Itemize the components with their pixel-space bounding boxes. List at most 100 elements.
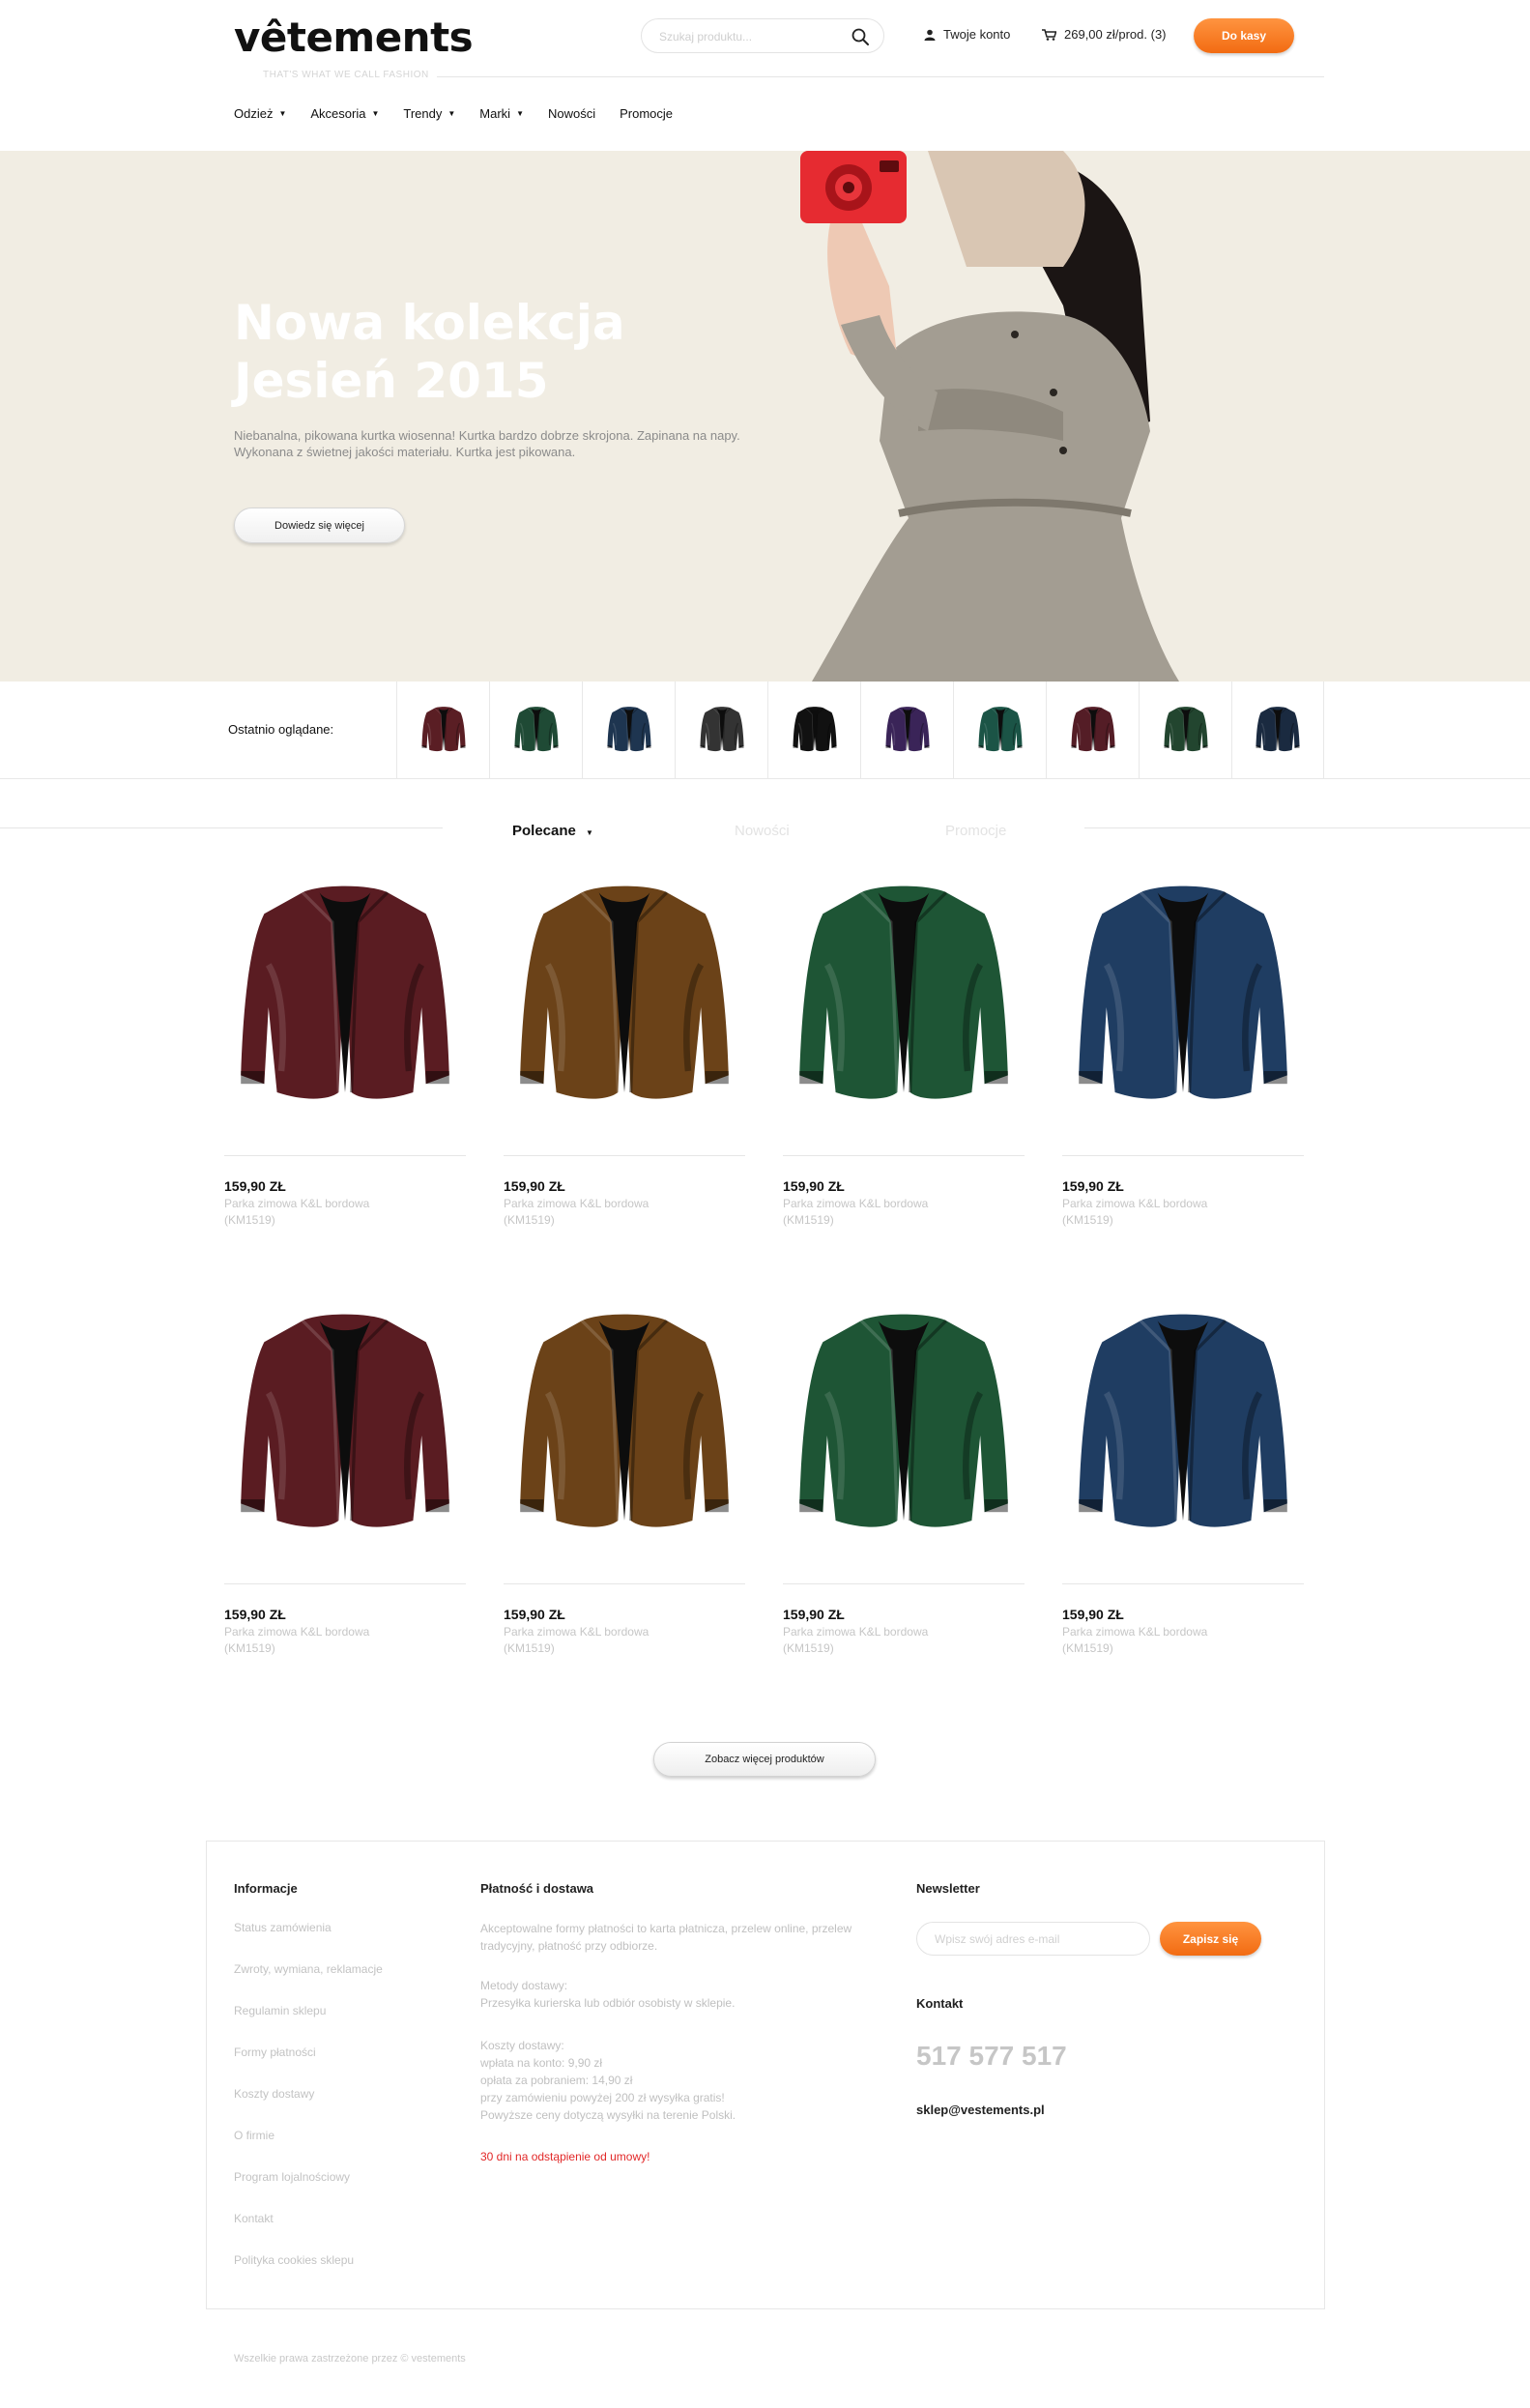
product-price: 159,90 ZŁ	[504, 1178, 565, 1194]
product-image[interactable]	[504, 1303, 745, 1583]
product-name[interactable]: Parka zimowa K&L bordowa (KM1519)	[224, 1624, 466, 1657]
footer-info-link[interactable]: Program lojalnościowy	[234, 2170, 383, 2212]
footer-info-link[interactable]: Kontakt	[234, 2212, 383, 2253]
jacket-image	[1079, 1314, 1287, 1527]
product-divider	[1062, 1155, 1304, 1156]
checkout-button[interactable]: Do kasy	[1194, 18, 1294, 53]
jacket-thumbnail-image	[420, 707, 466, 752]
cart-summary: 269,00 zł/prod. (3)	[1064, 27, 1167, 42]
recent-item[interactable]	[953, 682, 1046, 778]
nav-item-promocje[interactable]: Promocje	[620, 106, 673, 121]
nav-item-label: Odzież	[234, 106, 274, 121]
product-name[interactable]: Parka zimowa K&L bordowa (KM1519)	[504, 1624, 745, 1657]
cart-icon	[1042, 28, 1056, 41]
nav-item-akcesoria[interactable]: Akcesoria ▼	[310, 106, 379, 121]
tab-label: Polecane	[512, 823, 576, 839]
product-title: Parka zimowa K&L bordowa	[1062, 1197, 1208, 1210]
contact-phone[interactable]: 517 577 517	[916, 2041, 1067, 2072]
product-name[interactable]: Parka zimowa K&L bordowa (KM1519)	[1062, 1624, 1304, 1657]
contact-email[interactable]: sklep@vestements.pl	[916, 2103, 1045, 2117]
product-name[interactable]: Parka zimowa K&L bordowa (KM1519)	[504, 1196, 745, 1229]
nav-item-nowosci[interactable]: Nowości	[548, 106, 595, 121]
jacket-thumbnail-image	[1256, 707, 1300, 752]
product-name[interactable]: Parka zimowa K&L bordowa (KM1519)	[783, 1196, 1025, 1229]
product-image[interactable]	[224, 1303, 466, 1583]
recent-item[interactable]	[860, 682, 953, 778]
delivery-cost-line: opłata za pobraniem: 14,90 zł	[480, 2074, 633, 2087]
product-title: Parka zimowa K&L bordowa	[224, 1197, 370, 1210]
product-code: (KM1519)	[783, 1641, 834, 1655]
footer-info-link[interactable]: Polityka cookies sklepu	[234, 2253, 383, 2295]
product-image[interactable]	[783, 1303, 1025, 1583]
product-image[interactable]	[1062, 1303, 1304, 1583]
tab-polecane[interactable]: Polecane ▼	[512, 823, 593, 839]
tab-nowosci[interactable]: Nowości	[735, 823, 790, 839]
delivery-cost-line: wpłata na konto: 9,90 zł	[480, 2056, 603, 2070]
jacket-image	[520, 1314, 729, 1527]
product-image[interactable]	[224, 875, 466, 1155]
newsletter-email-field[interactable]	[916, 1922, 1150, 1956]
jacket-thumbnail-image	[699, 707, 744, 752]
hero-title-line: Jesień 2015	[234, 353, 549, 409]
caret-down-icon: ▼	[516, 109, 524, 118]
footer-info-link[interactable]: O firmie	[234, 2129, 383, 2170]
show-more-products-button[interactable]: Zobacz więcej produktów	[653, 1742, 876, 1777]
footer-info-link[interactable]: Zwroty, wymiana, reklamacje	[234, 1962, 383, 2004]
nav-item-marki[interactable]: Marki ▼	[479, 106, 524, 121]
product-code: (KM1519)	[1062, 1213, 1113, 1227]
learn-more-button[interactable]: Dowiedz się więcej	[234, 508, 405, 543]
jacket-image	[520, 885, 729, 1099]
product-image[interactable]	[504, 875, 745, 1155]
product-image[interactable]	[783, 875, 1025, 1155]
product-title: Parka zimowa K&L bordowa	[783, 1625, 929, 1639]
product-name[interactable]: Parka zimowa K&L bordowa (KM1519)	[1062, 1196, 1304, 1229]
footer-info-link[interactable]: Koszty dostawy	[234, 2087, 383, 2129]
search-icon[interactable]	[851, 27, 870, 46]
hero-title: Nowa kolekcja Jesień 2015	[234, 294, 625, 410]
product-code: (KM1519)	[504, 1641, 555, 1655]
tabs-divider	[1084, 827, 1530, 828]
hero-description: Niebanalna, pikowana kurtka wiosenna! Ku…	[234, 428, 740, 459]
delivery-methods-title: Metody dostawy:	[480, 1979, 568, 1992]
delivery-cost-line: Powyższe ceny dotyczą wysyłki na terenie…	[480, 2108, 736, 2122]
account-link[interactable]: Twoje konto	[924, 27, 1010, 42]
product-code: (KM1519)	[224, 1641, 275, 1655]
recent-item[interactable]	[1046, 682, 1139, 778]
product-divider	[504, 1583, 745, 1584]
jacket-thumbnail-image	[792, 707, 837, 752]
footer-info-link[interactable]: Regulamin sklepu	[234, 2004, 383, 2045]
footer-payment-heading: Płatność i dostawa	[480, 1881, 594, 1896]
recently-viewed-label: Ostatnio oglądane:	[228, 722, 334, 737]
product-name[interactable]: Parka zimowa K&L bordowa (KM1519)	[224, 1196, 466, 1229]
footer-info-link[interactable]: Status zamówienia	[234, 1921, 383, 1962]
footer-info-link[interactable]: Formy płatności	[234, 2045, 383, 2087]
search-input[interactable]	[659, 28, 833, 45]
recent-item[interactable]	[767, 682, 860, 778]
recent-item[interactable]	[675, 682, 767, 778]
subscribe-button[interactable]: Zapisz się	[1160, 1922, 1261, 1956]
jacket-image	[241, 885, 449, 1099]
product-title: Parka zimowa K&L bordowa	[1062, 1625, 1208, 1639]
jacket-thumbnail-image	[1070, 707, 1115, 752]
nav-item-trendy[interactable]: Trendy ▼	[403, 106, 455, 121]
product-name[interactable]: Parka zimowa K&L bordowa (KM1519)	[783, 1624, 1025, 1657]
cart-link[interactable]: 269,00 zł/prod. (3)	[1042, 27, 1167, 42]
recent-item[interactable]	[1139, 682, 1231, 778]
account-label: Twoje konto	[943, 27, 1011, 42]
tab-promocje[interactable]: Promocje	[945, 823, 1006, 839]
product-divider	[1062, 1583, 1304, 1584]
nav-item-odziez[interactable]: Odzież ▼	[234, 106, 286, 121]
recent-item[interactable]	[396, 682, 489, 778]
recent-item[interactable]	[1231, 682, 1324, 778]
site-logo[interactable]: vêtements	[234, 14, 474, 61]
hero-title-line: Nowa kolekcja	[234, 295, 625, 351]
user-icon	[924, 29, 936, 41]
product-image[interactable]	[1062, 875, 1304, 1155]
recent-item[interactable]	[489, 682, 582, 778]
product-code: (KM1519)	[224, 1213, 275, 1227]
product-code: (KM1519)	[504, 1213, 555, 1227]
recent-item[interactable]	[582, 682, 675, 778]
header-divider	[437, 76, 1324, 77]
main-nav: Odzież ▼ Akcesoria ▼ Trendy ▼ Marki ▼ No…	[234, 106, 697, 121]
footer-info-heading: Informacje	[234, 1881, 298, 1896]
